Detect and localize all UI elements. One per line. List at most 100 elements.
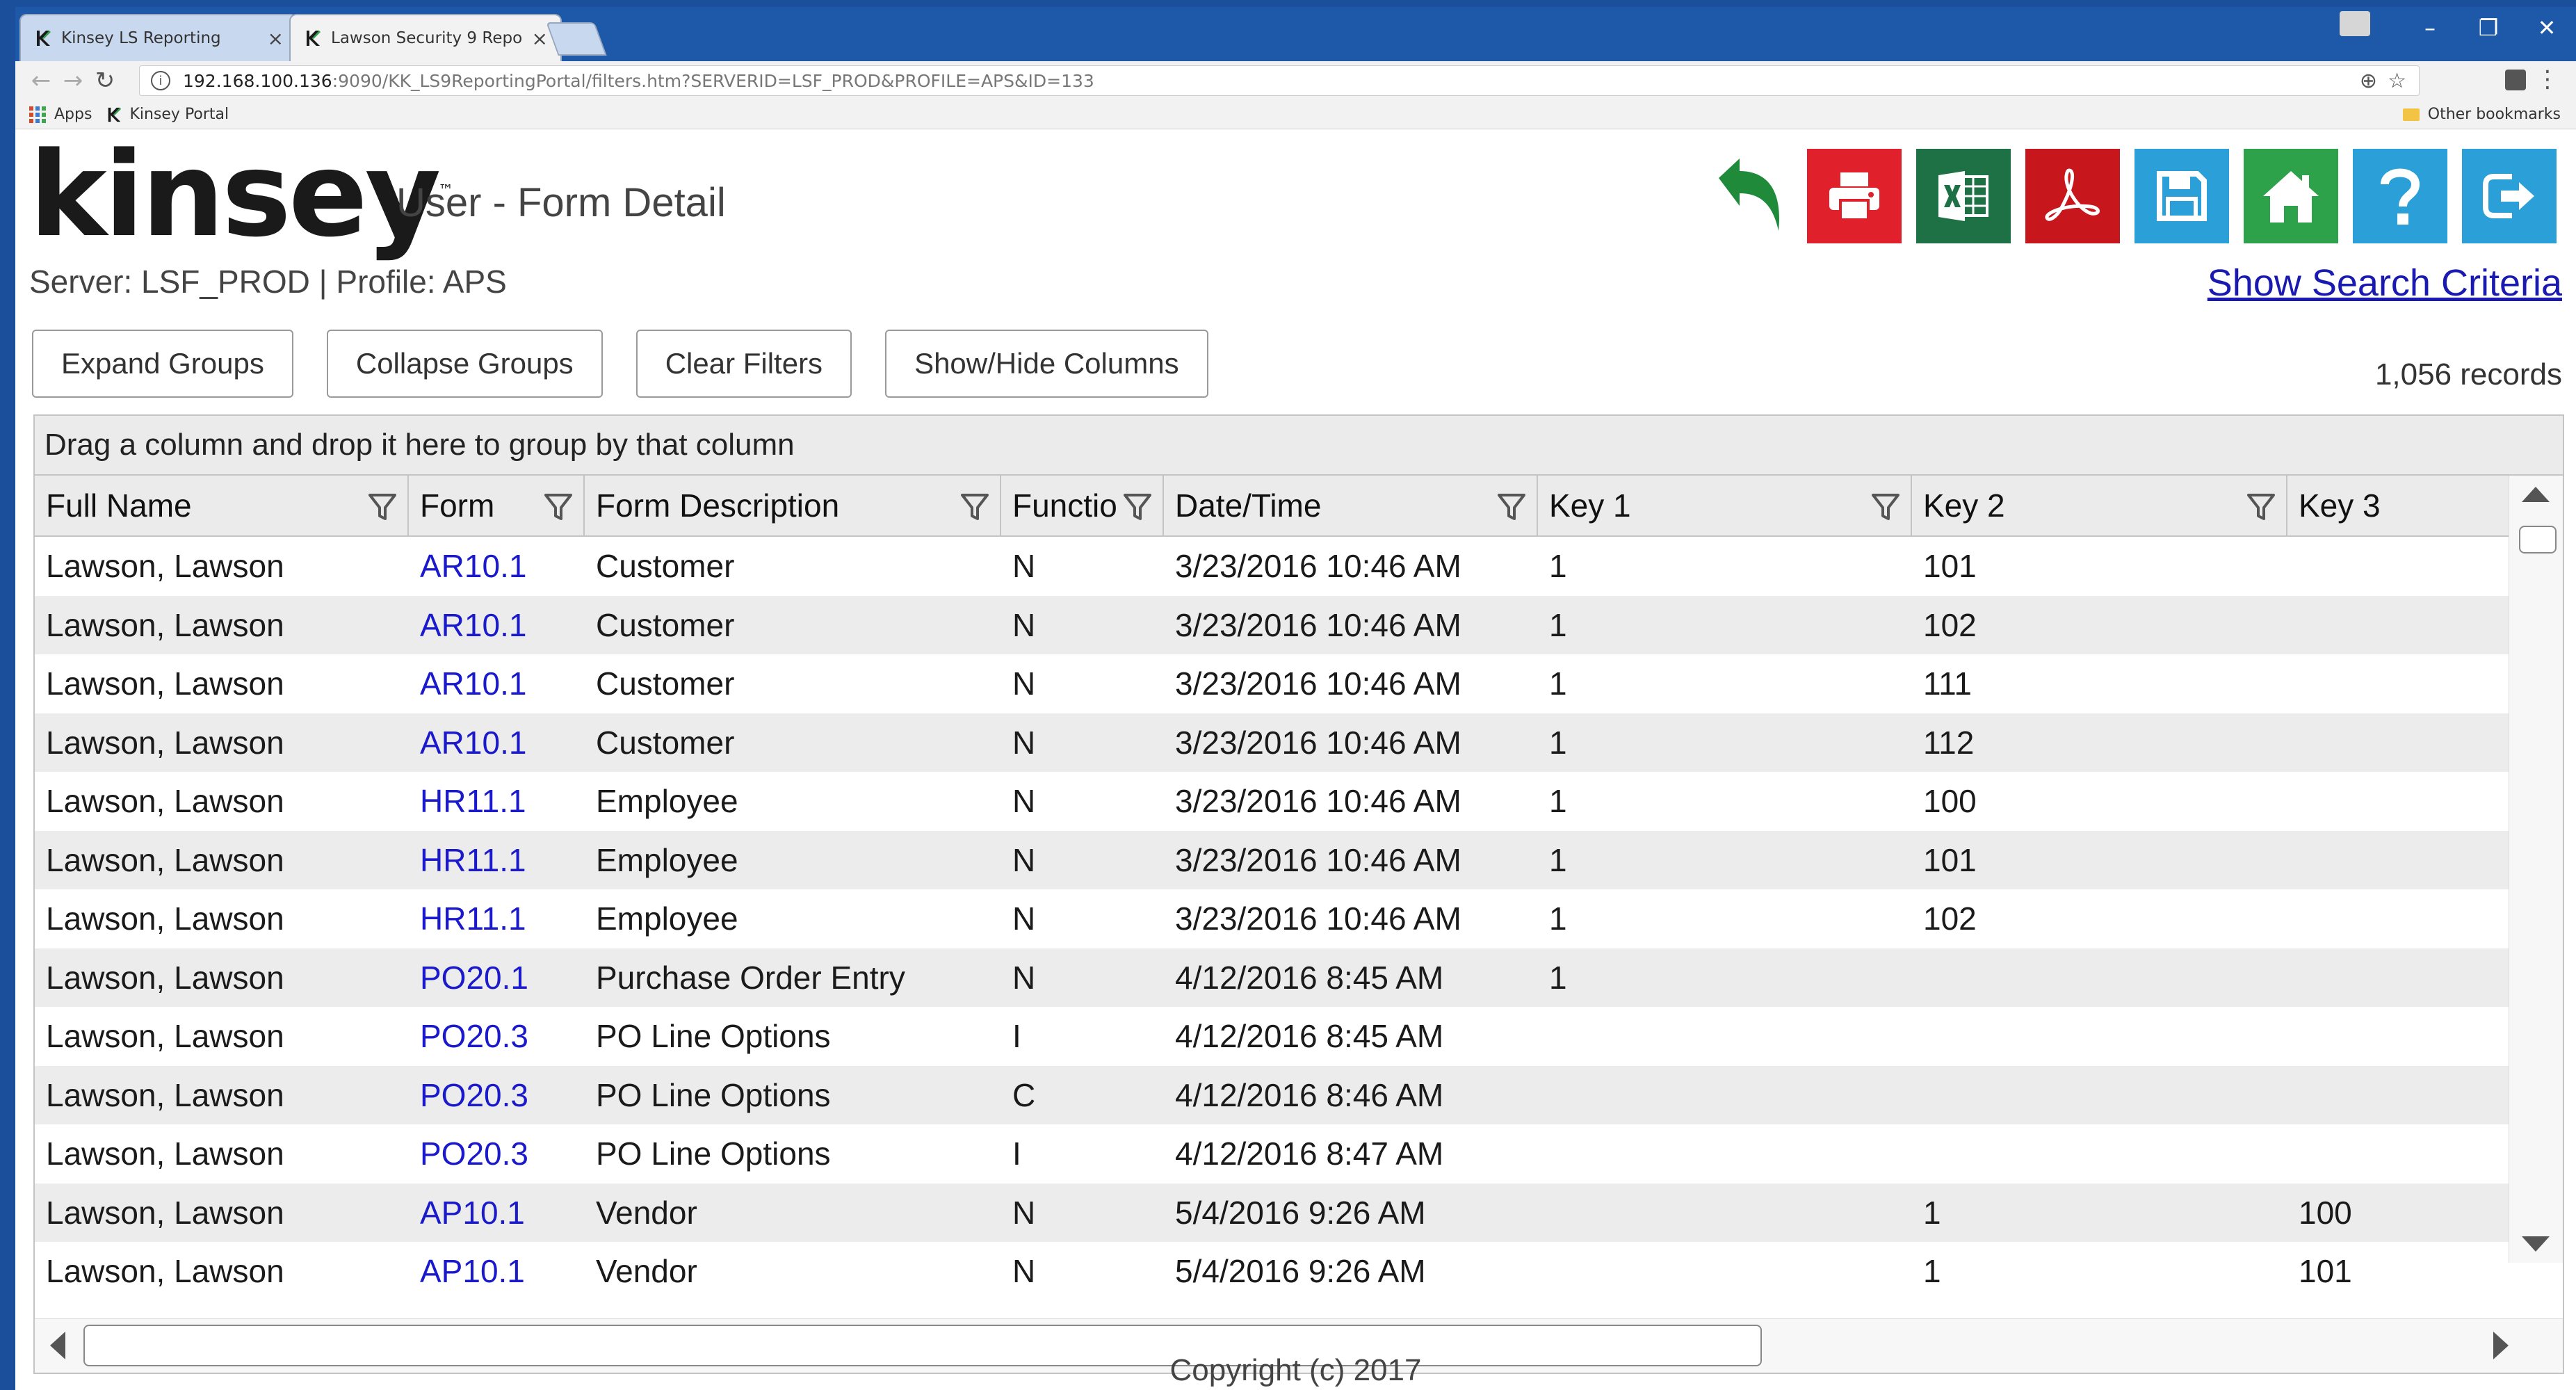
cell-key-2: 101 — [1923, 548, 1977, 585]
cell-key-3 — [2287, 772, 2510, 831]
profile-icon[interactable] — [2340, 11, 2370, 36]
cell-full-name: Lawson, Lawson — [46, 1253, 284, 1290]
cell-key-1: 1 — [1549, 900, 1567, 937]
form-link[interactable]: PO20.3 — [409, 1007, 585, 1066]
tab-lawson-security[interactable]: Lawson Security 9 Repor × — [289, 14, 562, 61]
other-bookmarks[interactable]: Other bookmarks — [2402, 106, 2561, 123]
cell-function: I — [1012, 1136, 1021, 1172]
bookmark-apps[interactable]: Apps — [29, 106, 92, 123]
table-row[interactable]: Lawson, Lawson AR10.1 Customer N 3/23/2016 1… — [35, 713, 2510, 773]
scroll-up-icon[interactable] — [2522, 487, 2550, 502]
menu-icon[interactable]: ⋮ — [2536, 65, 2559, 93]
bookmark-kinsey-portal[interactable]: Kinsey Portal — [106, 106, 229, 123]
page-title: User - Form Detail — [396, 180, 726, 225]
vertical-scrollbar[interactable] — [2509, 476, 2563, 1263]
form-link[interactable]: AP10.1 — [409, 1183, 585, 1243]
minimize-icon[interactable]: – — [2401, 15, 2459, 41]
show-hide-columns-button[interactable]: Show/Hide Columns — [885, 330, 1208, 398]
form-link[interactable]: AR10.1 — [409, 654, 585, 713]
column-header-full-name[interactable]: Full Name — [35, 476, 409, 535]
form-link[interactable]: AR10.1 — [409, 537, 585, 596]
bookmark-label: Kinsey Portal — [129, 106, 229, 123]
show-search-criteria-link[interactable]: Show Search Criteria — [2208, 261, 2562, 305]
collapse-groups-button[interactable]: Collapse Groups — [326, 330, 603, 398]
home-icon — [2263, 171, 2319, 223]
bookmark-star-icon[interactable]: ☆ — [2388, 69, 2406, 93]
filter-icon[interactable] — [543, 491, 574, 522]
column-header-key-1[interactable]: Key 1 — [1538, 476, 1912, 535]
filter-icon[interactable] — [1870, 491, 1901, 522]
close-tab-icon[interactable]: × — [268, 27, 284, 50]
form-link[interactable]: PO20.1 — [409, 948, 585, 1008]
form-link[interactable]: HR11.1 — [409, 831, 585, 890]
column-header-date-time[interactable]: Date/Time — [1164, 476, 1538, 535]
table-row[interactable]: Lawson, Lawson HR11.1 Employee N 3/23/2016 1… — [35, 889, 2510, 948]
table-row[interactable]: Lawson, Lawson PO20.3 PO Line Options I 4/12… — [35, 1124, 2510, 1183]
url-path: :9090/KK_LS9ReportingPortal/filters.htm?… — [332, 70, 1094, 91]
zoom-icon[interactable]: ⊕ — [2360, 69, 2377, 93]
column-header-key-2[interactable]: Key 2 — [1912, 476, 2287, 535]
cell-date-time: 4/12/2016 8:46 AM — [1175, 1076, 1444, 1113]
table-row[interactable]: Lawson, Lawson PO20.3 PO Line Options C 4/12… — [35, 1065, 2510, 1125]
column-header-function[interactable]: Functio — [1001, 476, 1164, 535]
table-row[interactable]: Lawson, Lawson PO20.3 PO Line Options I 4/12… — [35, 1007, 2510, 1066]
cell-date-time: 3/23/2016 10:46 AM — [1175, 606, 1461, 643]
excel-export-button[interactable] — [1916, 149, 2011, 243]
home-button[interactable] — [2244, 149, 2338, 243]
forward-icon[interactable]: → — [57, 67, 89, 95]
vertical-scroll-thumb[interactable] — [2519, 526, 2557, 553]
column-header-key-3[interactable]: Key 3 — [2287, 476, 2510, 535]
table-row[interactable]: Lawson, Lawson AR10.1 Customer N 3/23/2016 1… — [35, 654, 2510, 713]
extension-icon[interactable] — [2505, 70, 2526, 90]
print-button[interactable] — [1807, 149, 1902, 243]
form-link[interactable]: AP10.1 — [409, 1242, 585, 1301]
address-bar: ← → ↻ i 192.168.100.136:9090/KK_LS9Repor… — [15, 61, 2576, 100]
back-arrow-button[interactable] — [1698, 149, 1792, 243]
cell-full-name: Lawson, Lawson — [46, 1076, 284, 1113]
form-link[interactable]: AR10.1 — [409, 713, 585, 773]
apps-grid-icon — [29, 106, 46, 123]
cell-key-2 — [1912, 1066, 2287, 1125]
table-row[interactable]: Lawson, Lawson AR10.1 Customer N 3/23/2016 1… — [35, 595, 2510, 655]
column-header-form-description[interactable]: Form Description — [585, 476, 1001, 535]
pdf-export-button[interactable] — [2025, 149, 2120, 243]
clear-filters-button[interactable]: Clear Filters — [635, 330, 852, 398]
table-row[interactable]: Lawson, Lawson AP10.1 Vendor N 5/4/2016 9:26… — [35, 1242, 2510, 1301]
scroll-down-icon[interactable] — [2522, 1236, 2550, 1252]
column-header-form[interactable]: Form — [409, 476, 585, 535]
form-link[interactable]: PO20.3 — [409, 1066, 585, 1125]
url-input[interactable]: i 192.168.100.136:9090/KK_LS9ReportingPo… — [139, 65, 2420, 96]
filter-icon[interactable] — [367, 491, 398, 522]
cell-key-1: 1 — [1549, 548, 1567, 585]
table-row[interactable]: Lawson, Lawson PO20.1 Purchase Order Entry… — [35, 948, 2510, 1008]
filter-icon[interactable] — [2246, 491, 2276, 522]
close-tab-icon[interactable]: × — [532, 27, 548, 50]
filter-icon[interactable] — [1122, 491, 1153, 522]
form-link[interactable]: HR11.1 — [409, 772, 585, 831]
bookmark-label: Other bookmarks — [2427, 106, 2561, 123]
reload-icon[interactable]: ↻ — [89, 67, 121, 95]
filter-icon[interactable] — [1496, 491, 1527, 522]
table-row[interactable]: Lawson, Lawson HR11.1 Employee N 3/23/2016 1… — [35, 830, 2510, 890]
cell-function: N — [1012, 606, 1036, 643]
back-icon[interactable]: ← — [25, 67, 57, 95]
restore-icon[interactable]: ❐ — [2459, 15, 2518, 41]
help-button[interactable] — [2353, 149, 2447, 243]
form-link[interactable]: PO20.3 — [409, 1124, 585, 1183]
table-row[interactable]: Lawson, Lawson AR10.1 Customer N 3/23/2016 1… — [35, 537, 2510, 596]
form-link[interactable]: HR11.1 — [409, 889, 585, 948]
logout-button[interactable] — [2462, 149, 2557, 243]
cell-function: I — [1012, 1018, 1021, 1055]
table-row[interactable]: Lawson, Lawson HR11.1 Employee N 3/23/2016 1… — [35, 772, 2510, 831]
close-window-icon[interactable]: ✕ — [2518, 15, 2576, 41]
tab-kinsey-ls-reporting[interactable]: Kinsey LS Reporting × — [19, 14, 298, 61]
save-button[interactable] — [2134, 149, 2229, 243]
expand-groups-button[interactable]: Expand Groups — [32, 330, 293, 398]
column-header-label: Form — [420, 487, 495, 524]
filter-icon[interactable] — [959, 491, 990, 522]
group-by-drop-zone[interactable]: Drag a column and drop it here to group … — [35, 416, 2563, 476]
info-icon[interactable]: i — [151, 71, 170, 90]
table-row[interactable]: Lawson, Lawson AP10.1 Vendor N 5/4/2016 9:26… — [35, 1183, 2510, 1243]
form-link[interactable]: AR10.1 — [409, 596, 585, 655]
cell-function: N — [1012, 841, 1036, 878]
